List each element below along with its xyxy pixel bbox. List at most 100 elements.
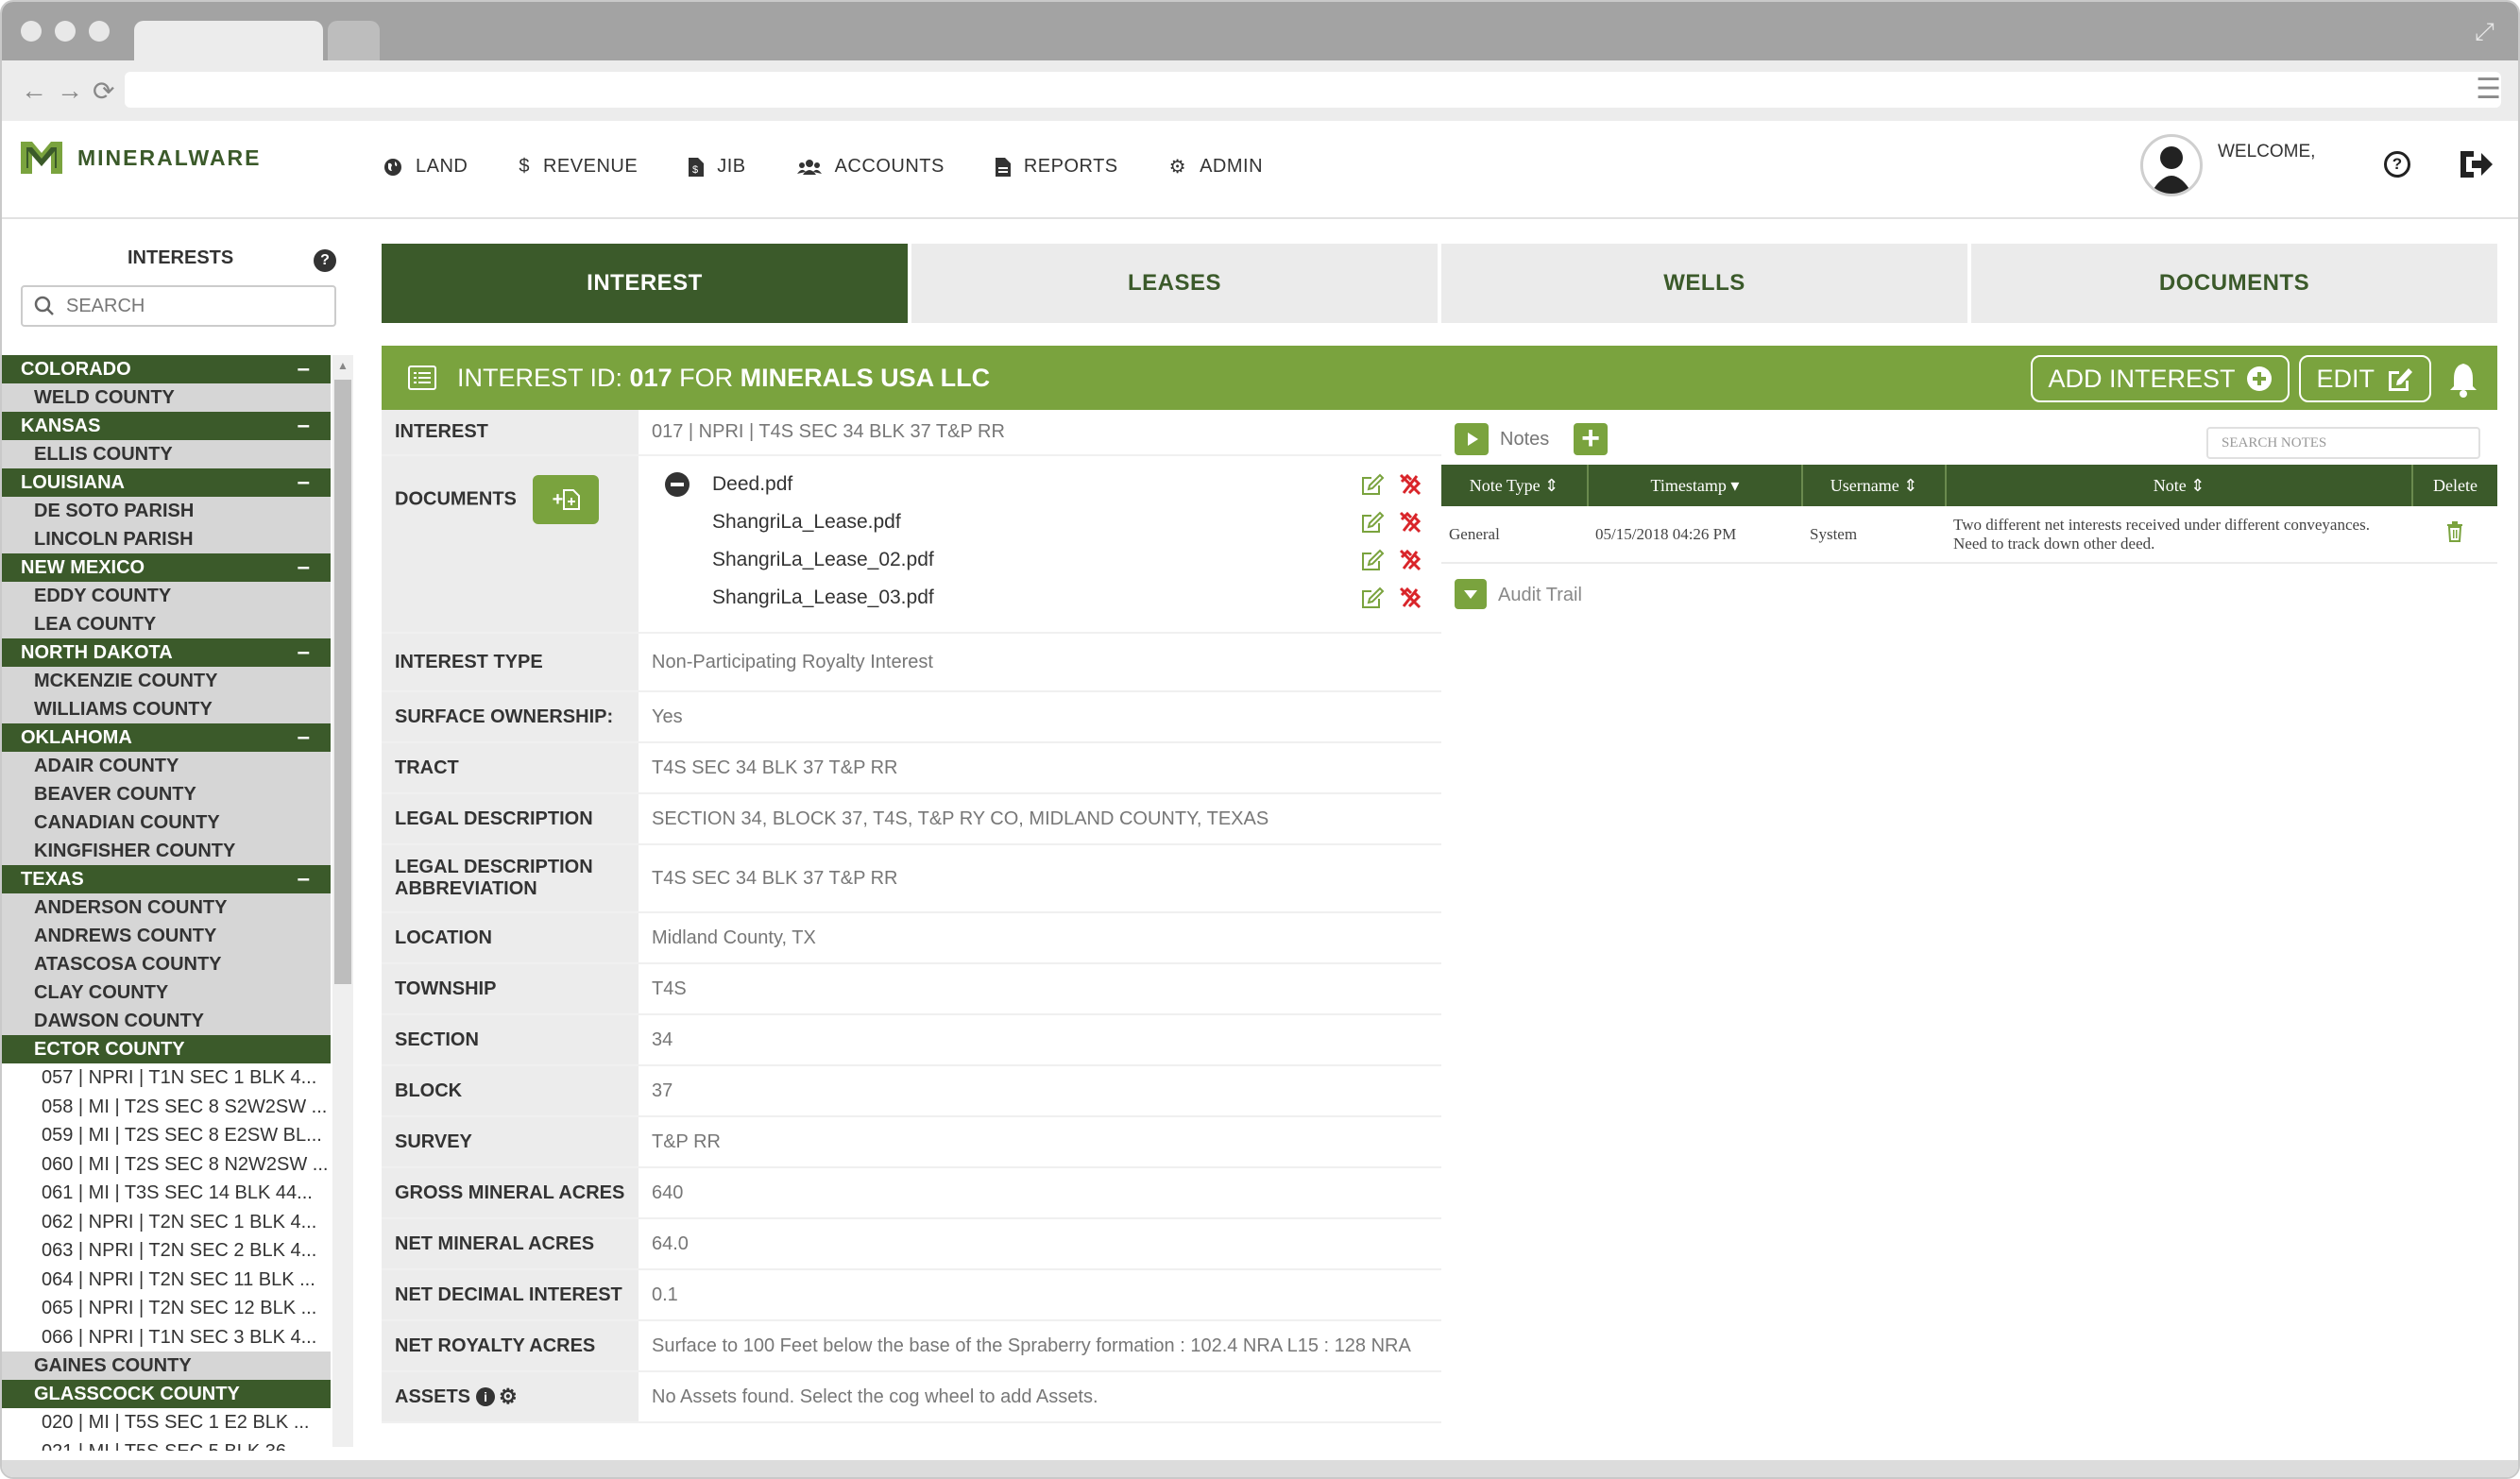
tree-county[interactable]: GAINES COUNTY — [2, 1352, 331, 1380]
edit-document-icon[interactable] — [1360, 472, 1385, 497]
nav-jib[interactable]: $ JIB — [689, 155, 745, 178]
collapse-icon[interactable]: – — [298, 415, 310, 437]
collapse-icon[interactable]: – — [298, 358, 310, 381]
tree-county[interactable]: CLAY COUNTY — [2, 978, 331, 1007]
notes-toggle-button[interactable] — [1455, 423, 1489, 455]
tree-county[interactable]: ANDREWS COUNTY — [2, 922, 331, 950]
cog-icon[interactable]: ⚙ — [499, 1385, 518, 1409]
tree-county[interactable]: DE SOTO PARISH — [2, 497, 331, 525]
nav-accounts[interactable]: ACCOUNTS — [796, 155, 945, 178]
browser-tab-active[interactable] — [134, 21, 323, 60]
back-icon[interactable]: ← — [21, 76, 47, 107]
tree-state[interactable]: NEW MEXICO – — [2, 553, 331, 582]
notes-search-input[interactable] — [2222, 429, 2467, 457]
collapse-icon[interactable]: – — [298, 556, 310, 579]
scroll-up-icon[interactable]: ▲ — [337, 359, 349, 372]
browser-tab-new[interactable] — [328, 21, 380, 60]
info-icon[interactable]: i — [476, 1387, 496, 1406]
sidebar-search-input[interactable] — [66, 295, 321, 317]
tree-interest[interactable]: 062 | NPRI | T2N SEC 1 BLK 4... — [2, 1207, 331, 1236]
edit-document-icon[interactable] — [1360, 548, 1385, 572]
scroll-thumb[interactable] — [334, 380, 351, 984]
add-document-button[interactable]: + — [533, 475, 600, 524]
trash-icon[interactable] — [2445, 521, 2464, 542]
edit-document-icon[interactable] — [1360, 586, 1385, 610]
tree-interest[interactable]: 058 | MI | T2S SEC 8 S2W2SW ... — [2, 1092, 331, 1121]
tree-county[interactable]: LINCOLN PARISH — [2, 525, 331, 553]
add-note-button[interactable]: + — [1574, 422, 1608, 455]
collapse-documents-icon[interactable] — [665, 472, 690, 497]
tree-county[interactable]: KINGFISHER COUNTY — [2, 837, 331, 865]
avatar[interactable] — [2140, 134, 2203, 196]
collapse-icon[interactable]: – — [298, 471, 310, 494]
unlink-document-icon[interactable] — [1398, 586, 1422, 610]
close-window-dot[interactable] — [21, 21, 42, 42]
browser-menu-icon[interactable]: ☰ — [2476, 76, 2501, 104]
col-timestamp[interactable]: Timestamp ▾ — [1588, 465, 1803, 506]
tree-interest[interactable]: 020 | MI | T5S SEC 1 E2 BLK ... — [2, 1408, 331, 1437]
help-icon[interactable]: ? — [2384, 151, 2410, 178]
logo[interactable]: MINERALWARE — [19, 138, 262, 178]
tree-interest[interactable]: 021 | MI | T5S SEC 5 BLK 36 ... — [2, 1436, 331, 1451]
tree-county[interactable]: BEAVER COUNTY — [2, 780, 331, 808]
minimize-window-dot[interactable] — [55, 21, 76, 42]
tree-state[interactable]: TEXAS – — [2, 865, 331, 893]
nav-reports[interactable]: REPORTS — [995, 155, 1118, 178]
edit-button[interactable]: EDIT — [2299, 355, 2431, 402]
unlink-document-icon[interactable] — [1398, 472, 1422, 497]
tree-interest[interactable]: 057 | NPRI | T1N SEC 1 BLK 4... — [2, 1063, 331, 1093]
col-note[interactable]: Note ⇕ — [1946, 465, 2413, 506]
forward-icon[interactable]: → — [57, 76, 83, 107]
maximize-window-dot[interactable] — [89, 21, 110, 42]
tab-wells[interactable]: WELLS — [1441, 244, 1967, 323]
tree-state[interactable]: LOUISIANA – — [2, 468, 331, 497]
nav-revenue[interactable]: $ REVENUE — [519, 155, 638, 178]
tree-county[interactable]: ELLIS COUNTY — [2, 440, 331, 468]
tree-county[interactable]: ADAIR COUNTY — [2, 752, 331, 780]
tab-interest[interactable]: INTEREST — [382, 244, 908, 323]
tree-state[interactable]: OKLAHOMA – — [2, 723, 331, 752]
tree-state[interactable]: NORTH DAKOTA – — [2, 638, 331, 667]
col-username[interactable]: Username ⇕ — [1802, 465, 1947, 506]
sidebar-scrollbar[interactable]: ▲ — [332, 355, 353, 1447]
tree-county[interactable]: ECTOR COUNTY — [2, 1035, 331, 1063]
fullscreen-icon[interactable]: ⤢ — [2475, 19, 2499, 43]
collapse-icon[interactable]: – — [298, 868, 310, 891]
document-name[interactable]: Deed.pdf — [712, 473, 792, 496]
unlink-document-icon[interactable] — [1398, 510, 1422, 535]
document-name[interactable]: ShangriLa_Lease_02.pdf — [712, 549, 934, 571]
tree-county[interactable]: CANADIAN COUNTY — [2, 808, 331, 837]
collapse-icon[interactable]: – — [298, 641, 310, 664]
bell-icon[interactable] — [2446, 360, 2480, 398]
nav-admin[interactable]: ⚙ ADMIN — [1169, 155, 1263, 178]
collapse-icon[interactable]: – — [298, 726, 310, 749]
tree-county[interactable]: DAWSON COUNTY — [2, 1007, 331, 1035]
unlink-document-icon[interactable] — [1398, 548, 1422, 572]
tree-county[interactable]: LEA COUNTY — [2, 610, 331, 638]
edit-document-icon[interactable] — [1360, 510, 1385, 535]
tab-leases[interactable]: LEASES — [911, 244, 1438, 323]
tree-county[interactable]: ANDERSON COUNTY — [2, 893, 331, 922]
tree-state[interactable]: KANSAS – — [2, 412, 331, 440]
tree-interest[interactable]: 061 | MI | T3S SEC 14 BLK 44... — [2, 1179, 331, 1208]
address-bar[interactable] — [125, 72, 2501, 108]
tree-interest[interactable]: 066 | NPRI | T1N SEC 3 BLK 4... — [2, 1322, 331, 1352]
document-name[interactable]: ShangriLa_Lease.pdf — [712, 511, 901, 534]
document-name[interactable]: ShangriLa_Lease_03.pdf — [712, 586, 934, 609]
tree-state[interactable]: COLORADO – — [2, 355, 331, 383]
tree-interest[interactable]: 059 | MI | T2S SEC 8 E2SW BL... — [2, 1121, 331, 1150]
tree-county[interactable]: WELD COUNTY — [2, 383, 331, 412]
tab-documents[interactable]: DOCUMENTS — [1971, 244, 2497, 323]
tree-county[interactable]: EDDY COUNTY — [2, 582, 331, 610]
tree-county[interactable]: MCKENZIE COUNTY — [2, 667, 331, 695]
add-interest-button[interactable]: ADD INTEREST — [2031, 355, 2290, 402]
tree-interest[interactable]: 060 | MI | T2S SEC 8 N2W2SW ... — [2, 1149, 331, 1179]
tree-interest[interactable]: 063 | NPRI | T2N SEC 2 BLK 4... — [2, 1236, 331, 1266]
tree-county[interactable]: WILLIAMS COUNTY — [2, 695, 331, 723]
tree-interest[interactable]: 065 | NPRI | T2N SEC 12 BLK ... — [2, 1294, 331, 1323]
tree-county[interactable]: GLASSCOCK COUNTY — [2, 1380, 331, 1408]
nav-land[interactable]: LAND — [383, 155, 468, 178]
audit-trail-toggle[interactable] — [1455, 579, 1487, 609]
tree-interest[interactable]: 064 | NPRI | T2N SEC 11 BLK ... — [2, 1265, 331, 1294]
logout-icon[interactable] — [2457, 145, 2494, 183]
